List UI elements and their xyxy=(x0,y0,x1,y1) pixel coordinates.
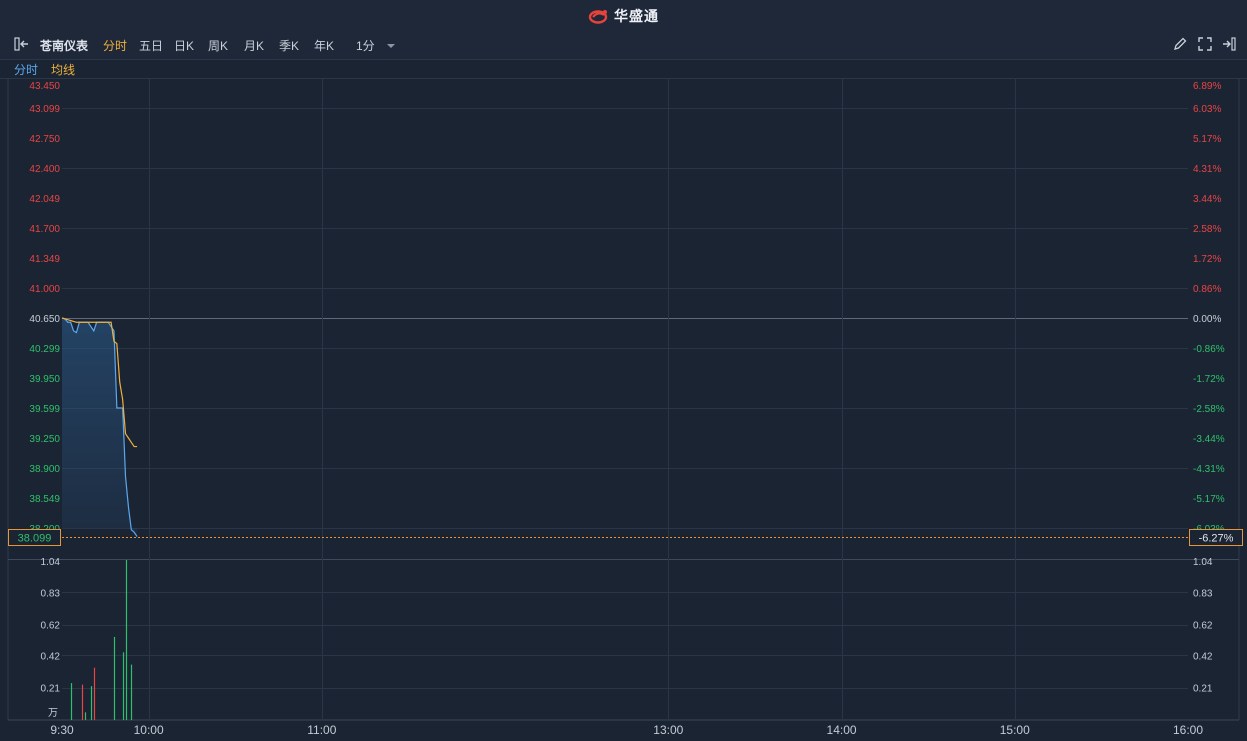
price-area-fill xyxy=(62,318,138,537)
pct-tick-label: 5.17% xyxy=(1193,134,1221,145)
time-tick-label: 14:00 xyxy=(827,723,857,737)
pct-tick-label: -1.72% xyxy=(1193,374,1225,385)
time-tick-label: 15:00 xyxy=(1000,723,1030,737)
pct-axis-right: 6.89% 6.03% 5.17% 4.31% 3.44% 2.58% 1.72% 0.86%… xyxy=(1193,81,1225,535)
price-tick-label: 42.400 xyxy=(29,164,60,175)
price-tick-label: 39.599 xyxy=(29,404,60,415)
current-price-marker: 38.099 -6.27% xyxy=(8,529,1243,546)
time-tick-label: 11:00 xyxy=(307,723,336,737)
intraday-chart[interactable]: 43.450 43.099 42.750 42.400 42.049 41.700 41.3… xyxy=(0,0,1247,741)
price-tick-label: 42.049 xyxy=(29,194,60,205)
volume-tick-left: 0.21 xyxy=(41,684,61,695)
time-tick-label: 10:00 xyxy=(134,723,164,737)
price-tick-label: 41.700 xyxy=(29,224,60,235)
price-tick-label: 38.900 xyxy=(29,464,60,475)
volume-tick-right: 0.62 xyxy=(1193,621,1213,632)
time-tick-label: 13:00 xyxy=(653,723,683,737)
price-tick-label: 40.650 xyxy=(29,314,60,325)
pct-tick-label: -4.31% xyxy=(1193,464,1225,475)
volume-tick-right: 0.21 xyxy=(1193,684,1213,695)
volume-tick-left: 0.83 xyxy=(41,588,61,599)
price-tick-label: 41.000 xyxy=(29,284,60,295)
volume-tick-right: 0.83 xyxy=(1193,588,1213,599)
price-area xyxy=(62,318,138,537)
price-axis-left: 43.450 43.099 42.750 42.400 42.049 41.700 41.3… xyxy=(29,81,60,535)
volume-tick-left: 0.62 xyxy=(41,621,61,632)
volume-tick-right: 0.42 xyxy=(1193,651,1213,662)
price-tick-label: 41.349 xyxy=(29,254,60,265)
time-tick-label: 16:00 xyxy=(1173,723,1203,737)
volume-unit-label: 万 xyxy=(48,708,58,719)
price-tick-label: 43.099 xyxy=(29,104,60,115)
pct-tick-label: 4.31% xyxy=(1193,164,1221,175)
time-tick-label: 9:30 xyxy=(50,723,74,737)
volume-tick-left: 1.04 xyxy=(41,557,61,568)
volume-tick-left: 0.42 xyxy=(41,651,61,662)
volume-bars xyxy=(70,560,133,720)
price-tick-label: 43.450 xyxy=(29,81,60,92)
price-tick-label: 39.950 xyxy=(29,374,60,385)
price-tick-label: 40.299 xyxy=(29,344,60,355)
pct-tick-label: 0.86% xyxy=(1193,284,1221,295)
pct-tick-label: -0.86% xyxy=(1193,344,1225,355)
pct-tick-label: -5.17% xyxy=(1193,494,1225,505)
volume-axis: 1.04 1.04 0.83 0.83 0.62 0.62 0.42 0.42 0.21 0.21… xyxy=(41,557,1213,719)
pct-tick-label: 0.00% xyxy=(1193,314,1221,325)
app-root: 华盛通 苍南仪表 分时 五日 日K 周K 月K 季K 年K 1分 分时 均线 4… xyxy=(0,0,1247,741)
current-price-label: 38.099 xyxy=(18,533,52,545)
pct-tick-label: 3.44% xyxy=(1193,194,1221,205)
pct-tick-label: 1.72% xyxy=(1193,254,1221,265)
chart-grid xyxy=(7,78,1240,721)
price-tick-label: 38.549 xyxy=(29,494,60,505)
pct-tick-label: 6.03% xyxy=(1193,104,1221,115)
pct-tick-label: -2.58% xyxy=(1193,404,1225,415)
volume-tick-right: 1.04 xyxy=(1193,557,1213,568)
price-tick-label: 42.750 xyxy=(29,134,60,145)
current-pct-label: -6.27% xyxy=(1199,533,1234,545)
pct-tick-label: 2.58% xyxy=(1193,224,1221,235)
pct-tick-label: 6.89% xyxy=(1193,81,1221,92)
time-axis: 9:30 10:00 11:00 13:00 14:00 15:00 16:00 xyxy=(50,723,1203,737)
pct-tick-label: -3.44% xyxy=(1193,434,1225,445)
price-tick-label: 39.250 xyxy=(29,434,60,445)
